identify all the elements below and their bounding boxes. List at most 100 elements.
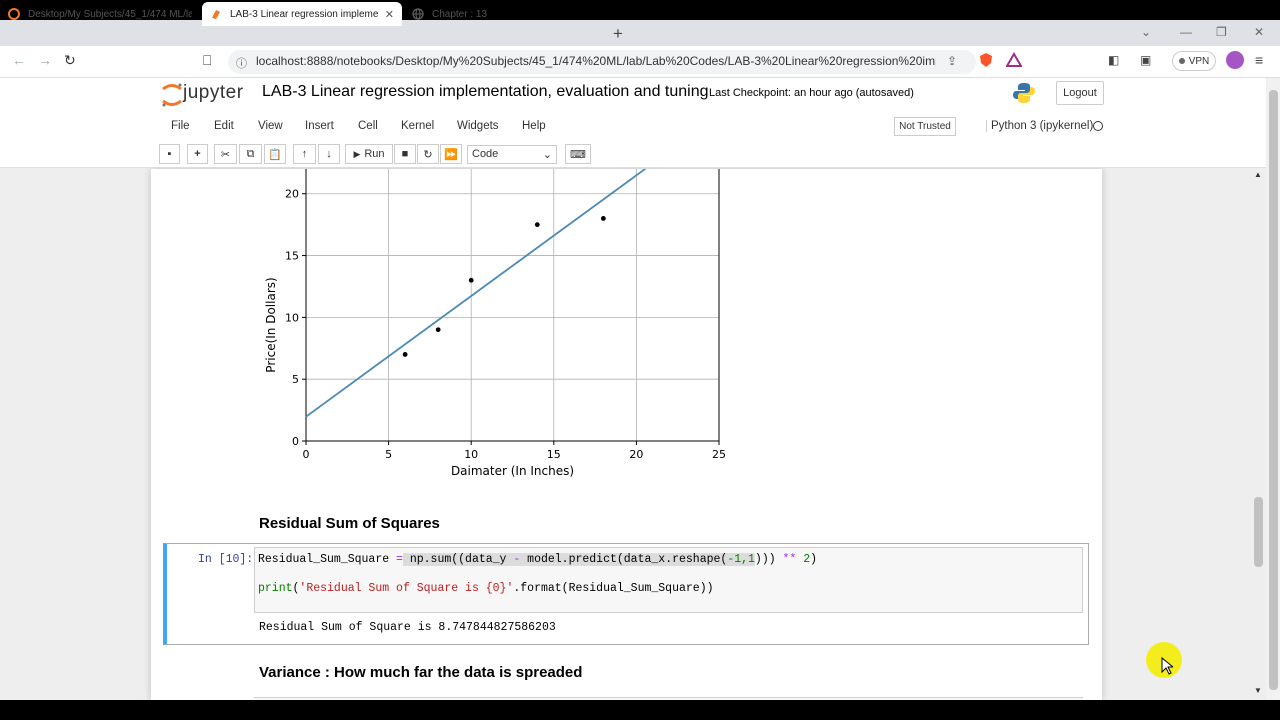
menu-kernel[interactable]: Kernel [401,120,434,132]
code-token: Residual_Sum_Square [258,553,397,566]
menu-file[interactable]: File [171,120,190,132]
cell-output: Residual Sum of Square is 8.747844827586… [259,621,556,634]
scroll-down-icon[interactable]: ▼ [1254,686,1262,695]
bookmark-icon[interactable]: ⎕ [203,52,211,69]
minimize-icon[interactable]: — [1180,25,1192,39]
y-tick-label: 20 [285,188,299,201]
run-label: Run [364,148,385,160]
axes-frame [305,169,720,442]
move-up-icon[interactable]: ↑ [293,144,316,164]
move-down-icon[interactable]: ↓ [318,144,340,164]
x-tick-label: 10 [464,448,478,461]
code-token: ) [810,553,818,566]
variance-heading: Variance : How much far the data is spre… [259,664,583,681]
data-point [435,327,441,333]
code-line-2: print('Residual Sum of Square is {0}'.fo… [258,582,714,595]
site-info-icon[interactable]: ⓘ [236,55,247,71]
chevron-down-icon: ⌄ [542,149,552,161]
x-tick-label: 5 [385,448,392,461]
jupyter-logo-icon[interactable] [161,82,183,113]
url-text: localhost:8888/notebooks/Desktop/My%20Su… [256,54,936,68]
kernel-name[interactable]: Python 3 (ipykernel) [986,120,1093,132]
profile-avatar[interactable] [1226,51,1244,69]
share-icon[interactable]: ⇪ [947,54,957,68]
code-operator: ** [782,553,797,566]
x-tick-label: 0 [303,448,310,461]
cut-icon[interactable]: ✂ [214,144,237,164]
stop-icon[interactable]: ■ [394,144,416,164]
tick-labels: 0 5 10 15 20 25 0 5 10 15 20 [285,188,726,461]
menu-edit[interactable]: Edit [214,120,234,132]
reload-icon[interactable]: ↻ [64,52,76,69]
outer-scrollbar-thumb[interactable] [1269,90,1278,690]
command-palette-icon[interactable]: ⌨ [565,144,591,164]
save-icon[interactable]: ▪ [159,144,180,164]
mouse-pointer-icon [1161,656,1175,680]
vpn-label: VPN [1188,55,1210,67]
notebook-title[interactable]: LAB-3 Linear regression implementation, … [262,83,709,101]
menu-icon[interactable]: ≡ [1255,52,1263,68]
notebook-favicon-icon [210,8,222,20]
globe-icon [412,8,424,20]
python-logo-icon [1012,81,1036,110]
x-tick-label: 20 [629,448,643,461]
x-axis-label: Daimater (In Inches) [451,464,574,478]
code-string: 'Residual Sum of Square is {0}' [299,582,514,595]
brave-shield-icon[interactable] [978,52,994,73]
scrollbar-thumb[interactable] [1254,497,1263,567]
y-axis-label: Price(In Dollars) [264,277,278,372]
x-tick-label: 15 [547,448,561,461]
rewards-icon[interactable] [1005,52,1023,73]
restart-run-all-icon[interactable]: ⏩ [440,144,462,164]
sidebar-icon[interactable]: ◧ [1108,53,1119,67]
menu-widgets[interactable]: Widgets [457,120,499,132]
menu-cell[interactable]: Cell [358,120,378,132]
run-button[interactable]: ▶ Run [345,144,393,164]
window-close-icon[interactable]: ✕ [1254,25,1264,39]
new-tab-button[interactable]: + [613,24,623,44]
copy-icon[interactable]: ⧉ [239,144,262,164]
data-point [600,216,606,221]
restart-icon[interactable]: ↻ [417,144,439,164]
checkpoint-status: Last Checkpoint: an hour ago (autosaved) [709,87,914,99]
cell-type-select[interactable]: Code ⌄ [467,145,557,164]
residual-heading: Residual Sum of Squares [259,515,440,532]
y-tick-label: 15 [285,250,299,263]
back-icon[interactable]: ← [12,52,26,68]
data-point [402,352,408,357]
browser-tab-2[interactable]: LAB-3 Linear regression impleme ✕ [202,2,402,26]
scroll-up-icon[interactable]: ▲ [1254,170,1262,179]
close-icon[interactable]: ✕ [385,8,394,21]
tab-label: Desktop/My Subjects/45_1/474 ML/la [28,8,192,20]
tab-label: Chapter : 13 [432,8,488,20]
browser-tab-1[interactable]: Desktop/My Subjects/45_1/474 ML/la [0,2,200,26]
cell-prompt: In [10]: [198,553,254,566]
tab-search-icon[interactable]: ⌄ [1141,25,1151,39]
code-line-1: Residual_Sum_Square = np.sum((data_y - m… [258,553,817,566]
jupyter-logo-text[interactable]: jupyter [183,82,244,104]
insert-cell-icon[interactable]: + [187,144,208,164]
menu-insert[interactable]: Insert [305,120,334,132]
kernel-idle-icon [1093,121,1103,131]
menu-help[interactable]: Help [522,120,546,132]
menu-view[interactable]: View [258,120,283,132]
y-tick-label: 10 [285,311,299,324]
logout-button[interactable]: Logout [1056,81,1104,105]
vpn-button[interactable]: VPN [1172,51,1216,71]
trust-button[interactable]: Not Trusted [894,117,956,136]
paste-icon[interactable]: 📋 [264,144,286,164]
data-point [468,277,474,283]
forward-icon[interactable]: → [38,52,52,68]
wallet-icon[interactable]: ▣ [1140,53,1151,67]
code-number: -1,1 [727,553,755,566]
code-token: ))) [754,553,783,566]
code-builtin: print [258,582,293,595]
data-points [402,216,606,357]
browser-tab-3[interactable]: Chapter : 13 [404,2,602,26]
y-tick-label: 5 [292,373,299,386]
restore-icon[interactable]: ❐ [1216,25,1227,39]
cell-type-value: Code [472,148,499,160]
tab-label: LAB-3 Linear regression impleme [230,8,379,20]
data-point [534,222,540,228]
vpn-status-icon [1178,58,1185,64]
